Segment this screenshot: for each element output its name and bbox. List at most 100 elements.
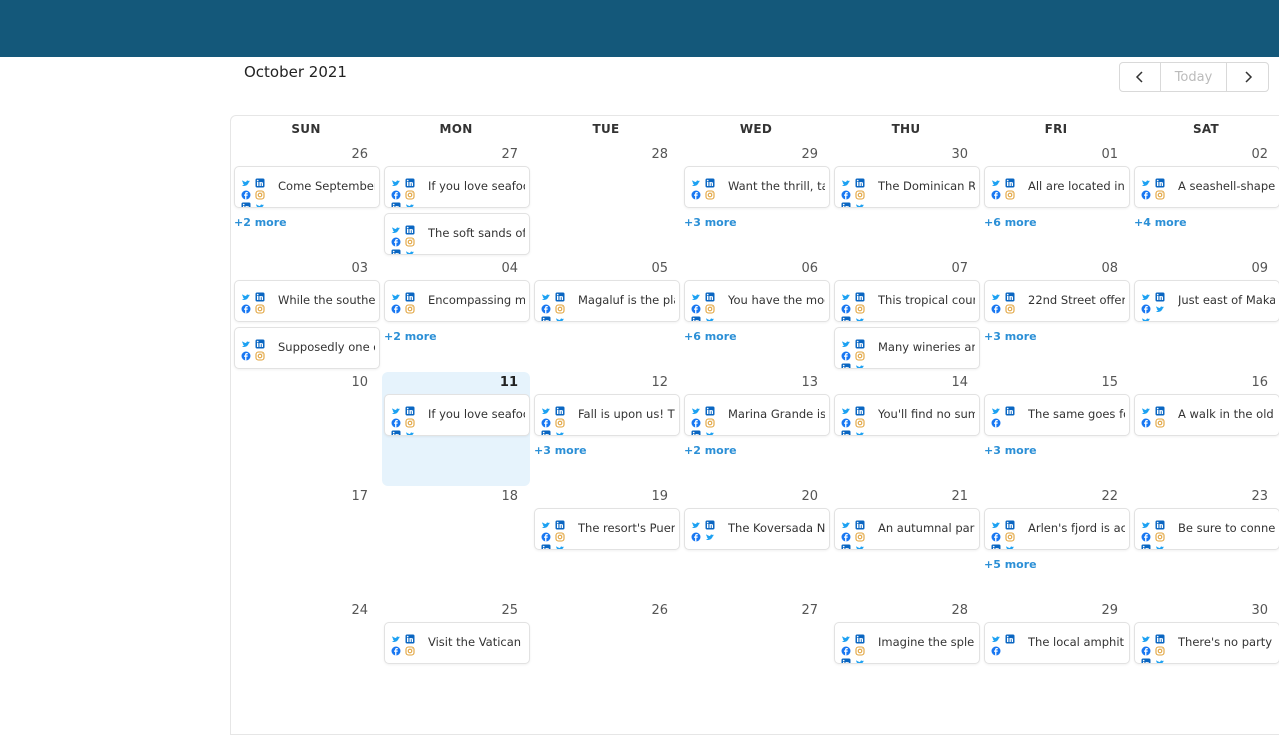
more-posts-link[interactable]: +3 more bbox=[534, 444, 587, 457]
post-preview-text: The soft sands of E bbox=[428, 226, 525, 240]
next-month-button[interactable] bbox=[1227, 63, 1268, 91]
day-cell[interactable]: 16 A walk in the old to bbox=[1132, 372, 1279, 486]
scheduled-post-card[interactable]: Supposedly one of bbox=[234, 327, 380, 369]
day-cell[interactable]: 13 Marina Grande is c +2 more bbox=[682, 372, 830, 486]
day-cell[interactable]: 21 An autumnal para bbox=[832, 486, 980, 600]
day-cell[interactable]: 01 All are located in tl +6 more bbox=[982, 144, 1130, 258]
scheduled-post-card[interactable]: The same goes for bbox=[984, 394, 1130, 436]
scheduled-post-card[interactable]: You'll find no sumn bbox=[834, 394, 980, 436]
scheduled-post-card[interactable]: Come September c bbox=[234, 166, 380, 208]
day-cell[interactable]: 04 Encompassing mile +2 more bbox=[382, 258, 530, 372]
scheduled-post-card[interactable]: The soft sands of E bbox=[384, 213, 530, 255]
day-cell[interactable]: 09 Just east of Makars bbox=[1132, 258, 1279, 372]
facebook-icon bbox=[1141, 299, 1151, 314]
more-posts-link[interactable]: +6 more bbox=[684, 330, 737, 343]
more-posts-link[interactable]: +5 more bbox=[984, 558, 1037, 571]
more-posts-link[interactable]: +3 more bbox=[984, 444, 1037, 457]
scheduled-post-card[interactable]: Just east of Makars bbox=[1134, 280, 1279, 322]
twitter-icon bbox=[541, 401, 551, 414]
day-cell[interactable]: 08 22nd Street offers +3 more bbox=[982, 258, 1130, 372]
day-cell[interactable]: 15 The same goes for +3 more bbox=[982, 372, 1130, 486]
post-network-icons bbox=[841, 629, 869, 663]
instagram-icon bbox=[705, 299, 715, 314]
day-number: 14 bbox=[951, 375, 968, 390]
scheduled-post-card[interactable]: Visit the Vatican M bbox=[384, 622, 530, 664]
day-cell[interactable]: 06 You have the mode +6 more bbox=[682, 258, 830, 372]
scheduled-post-card[interactable]: If you love seafood bbox=[384, 394, 530, 436]
day-cell[interactable]: 28 bbox=[532, 144, 680, 258]
day-cell[interactable]: 23 Be sure to connect bbox=[1132, 486, 1279, 600]
scheduled-post-card[interactable]: If you love seafood bbox=[384, 166, 530, 208]
scheduled-post-card[interactable]: The local amphithe bbox=[984, 622, 1130, 664]
day-cell[interactable]: 27 If you love seafood The soft sands of E bbox=[382, 144, 530, 258]
post-preview-text: There's no party lik bbox=[1178, 635, 1275, 649]
day-cell[interactable]: 26 Come September c +2 more bbox=[232, 144, 380, 258]
scheduled-post-card[interactable]: Encompassing mile bbox=[384, 280, 530, 322]
day-number: 17 bbox=[351, 489, 368, 504]
scheduled-post-card[interactable]: A walk in the old to bbox=[1134, 394, 1279, 436]
day-cell[interactable]: 26 bbox=[532, 600, 680, 714]
day-cell[interactable]: 24 bbox=[232, 600, 380, 714]
linkedin-icon bbox=[255, 287, 265, 302]
calendar-week: 17 18 19 The resort's Puerto 20 The Koversada… bbox=[231, 486, 1279, 600]
day-cell[interactable]: 30 The Dominican Re bbox=[832, 144, 980, 258]
more-posts-link[interactable]: +2 more bbox=[684, 444, 737, 457]
scheduled-post-card[interactable]: Magaluf is the plac bbox=[534, 280, 680, 322]
day-cell[interactable]: 07 This tropical count Many wineries are bbox=[832, 258, 980, 372]
scheduled-post-card[interactable]: The Dominican Re bbox=[834, 166, 980, 208]
scheduled-post-card[interactable]: Fall is upon us! The bbox=[534, 394, 680, 436]
day-number: 13 bbox=[801, 375, 818, 390]
more-posts-link[interactable]: +3 more bbox=[984, 330, 1037, 343]
scheduled-post-card[interactable]: 22nd Street offers bbox=[984, 280, 1130, 322]
day-cell[interactable]: 05 Magaluf is the plac bbox=[532, 258, 680, 372]
scheduled-post-card[interactable]: An autumnal para bbox=[834, 508, 980, 550]
day-number: 11 bbox=[499, 375, 518, 390]
day-cell[interactable]: 17 bbox=[232, 486, 380, 600]
day-cell[interactable]: 29 Want the thrill, tak +3 more bbox=[682, 144, 830, 258]
day-cell[interactable]: 20 The Koversada Na bbox=[682, 486, 830, 600]
more-posts-link[interactable]: +4 more bbox=[1134, 216, 1187, 229]
previous-month-button[interactable] bbox=[1120, 63, 1161, 91]
day-cell[interactable]: 02 A seashell-shaped +4 more bbox=[1132, 144, 1279, 258]
day-cell[interactable]: 03 While the southern Supposedly one of bbox=[232, 258, 380, 372]
more-posts-link[interactable]: +2 more bbox=[384, 330, 437, 343]
scheduled-post-card[interactable]: The Koversada Na bbox=[684, 508, 830, 550]
more-posts-link[interactable]: +2 more bbox=[234, 216, 287, 229]
scheduled-post-card[interactable]: Arlen's fjord is actu bbox=[984, 508, 1130, 550]
day-cell[interactable]: 27 bbox=[682, 600, 830, 714]
twitter-icon bbox=[405, 197, 415, 207]
day-cell[interactable]: 14 You'll find no sumn bbox=[832, 372, 980, 486]
day-number: 26 bbox=[351, 147, 368, 162]
scheduled-post-card[interactable]: Marina Grande is c bbox=[684, 394, 830, 436]
scheduled-post-card[interactable]: Be sure to connect bbox=[1134, 508, 1279, 550]
scheduled-post-card[interactable]: A seashell-shaped bbox=[1134, 166, 1279, 208]
day-cell[interactable]: 30 There's no party lik bbox=[1132, 600, 1279, 714]
day-cell[interactable]: 29 The local amphithe bbox=[982, 600, 1130, 714]
post-network-icons bbox=[841, 287, 869, 321]
scheduled-post-card[interactable]: You have the mode bbox=[684, 280, 830, 322]
day-cell[interactable]: 12 Fall is upon us! The +3 more bbox=[532, 372, 680, 486]
instagram-icon bbox=[555, 299, 565, 314]
scheduled-post-card[interactable]: All are located in tl bbox=[984, 166, 1130, 208]
scheduled-post-card[interactable]: Many wineries are bbox=[834, 327, 980, 369]
twitter-icon bbox=[841, 401, 851, 414]
day-cell[interactable]: 22 Arlen's fjord is actu +5 more bbox=[982, 486, 1130, 600]
day-cell[interactable]: 18 bbox=[382, 486, 530, 600]
scheduled-post-card[interactable]: While the southern bbox=[234, 280, 380, 322]
more-posts-link[interactable]: +6 more bbox=[984, 216, 1037, 229]
more-posts-link[interactable]: +3 more bbox=[684, 216, 737, 229]
post-preview-text: Magaluf is the plac bbox=[578, 293, 675, 307]
day-cell[interactable]: 19 The resort's Puerto bbox=[532, 486, 680, 600]
today-button[interactable]: Today bbox=[1161, 63, 1227, 91]
scheduled-post-card[interactable]: This tropical count bbox=[834, 280, 980, 322]
scheduled-post-card[interactable]: Imagine the splenc bbox=[834, 622, 980, 664]
scheduled-post-card[interactable]: There's no party lik bbox=[1134, 622, 1279, 664]
post-preview-text: The local amphithe bbox=[1028, 635, 1125, 649]
day-cell-today[interactable]: 11 If you love seafood bbox=[382, 372, 530, 486]
day-cell[interactable]: 28 Imagine the splenc bbox=[832, 600, 980, 714]
scheduled-post-card[interactable]: The resort's Puerto bbox=[534, 508, 680, 550]
scheduled-post-card[interactable]: Want the thrill, tak bbox=[684, 166, 830, 208]
day-cell[interactable]: 10 bbox=[232, 372, 380, 486]
linkedin-icon bbox=[255, 334, 265, 349]
day-cell[interactable]: 25 Visit the Vatican M bbox=[382, 600, 530, 714]
